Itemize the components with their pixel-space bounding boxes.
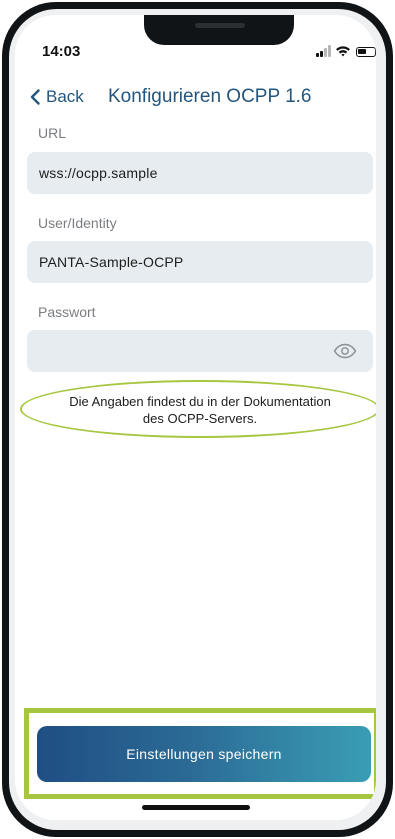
hint-line-2: des OCPP-Servers. xyxy=(142,411,258,426)
identity-label: User/Identity xyxy=(38,215,117,231)
speaker-grille xyxy=(195,23,245,28)
back-button[interactable]: Back xyxy=(30,85,84,109)
wifi-icon xyxy=(336,46,350,57)
navigation-bar: Back Konfigurieren OCPP 1.6 xyxy=(30,85,370,109)
signal-icon xyxy=(316,45,332,57)
status-icons xyxy=(316,45,376,59)
url-label: URL xyxy=(38,125,67,141)
url-field[interactable]: wss://ocpp.sample xyxy=(27,152,373,194)
password-label: Passwort xyxy=(38,304,96,320)
app-screen: 14:03 Back Konfigurieren OCPP 1.6 URL ws… xyxy=(15,15,376,820)
home-indicator xyxy=(142,805,250,810)
notch xyxy=(144,15,294,45)
hint-line-1: Die Angaben findest du in der Dokumentat… xyxy=(69,394,331,409)
identity-field[interactable]: PANTA-Sample-OCPP xyxy=(27,241,373,283)
save-button[interactable]: Einstellungen speichern xyxy=(37,726,371,782)
chevron-left-icon xyxy=(30,89,40,105)
status-time: 14:03 xyxy=(42,43,81,60)
battery-icon xyxy=(356,47,376,57)
eye-icon[interactable] xyxy=(333,343,357,359)
page-title: Konfigurieren OCPP 1.6 xyxy=(108,86,312,107)
hint-text: Die Angaben findest du in der Dokumentat… xyxy=(20,393,376,427)
password-field[interactable] xyxy=(27,330,373,372)
url-value: wss://ocpp.sample xyxy=(39,165,158,181)
back-label: Back xyxy=(46,87,84,106)
identity-value: PANTA-Sample-OCPP xyxy=(39,254,184,270)
